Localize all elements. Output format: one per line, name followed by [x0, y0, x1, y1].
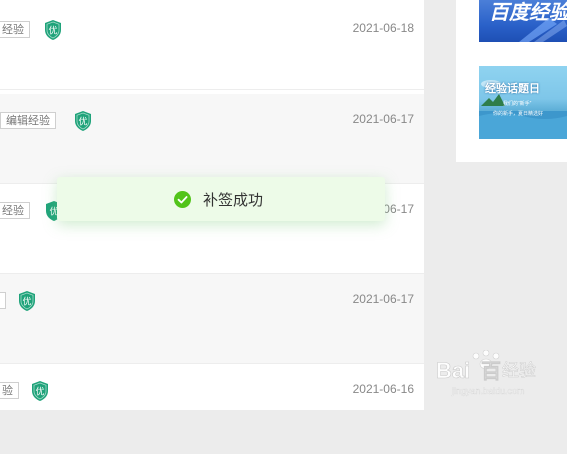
excellent-badge-icon: 优 — [45, 20, 61, 40]
banner-decoration-icon — [519, 18, 567, 42]
edit-experience-tag[interactable]: 编辑经验 — [0, 112, 56, 129]
item-date: 2021-06-18 — [352, 21, 414, 35]
banner-title: 经验话题日 — [485, 83, 540, 95]
svg-text:优: 优 — [22, 296, 31, 308]
list-item[interactable]: 经验 优 2021-06-18 — [0, 0, 424, 90]
excellent-badge-icon: 优 — [32, 381, 48, 401]
experience-tag[interactable] — [0, 292, 6, 309]
success-toast: 补签成功 — [57, 177, 385, 221]
svg-text:经验: 经验 — [502, 361, 536, 381]
item-date: 06-17 — [383, 202, 414, 216]
svg-text:Bai: Bai — [436, 358, 470, 383]
svg-text:优: 优 — [78, 116, 87, 128]
experience-tag[interactable]: 经验 — [0, 21, 30, 38]
svg-text:jingyan.baidu.com: jingyan.baidu.com — [451, 386, 525, 396]
item-date: 2021-06-16 — [352, 382, 414, 396]
baidu-jingyan-watermark-logo: Bai 百 经验 jingyan.baidu.com — [436, 350, 536, 396]
excellent-badge-icon: 优 — [75, 111, 91, 131]
svg-text:优: 优 — [35, 386, 44, 398]
toast-message: 补签成功 — [203, 192, 264, 209]
sidebar-banner-image[interactable]: 经验话题日 我们的“新手” 你的新手，夏日精选好 — [479, 66, 567, 139]
check-circle-icon — [174, 191, 191, 208]
list-item[interactable]: 验 优 2021-06-16 — [0, 364, 424, 454]
sidebar-panel: 百度经验 经验话题日 我们的“新手” 你的新手，夏日精选好 — [456, 0, 567, 162]
experience-tag[interactable]: 经验 — [0, 202, 30, 219]
item-date: 2021-06-17 — [352, 292, 414, 306]
banner-subtitle: 你的新手，夏日精选好 — [493, 111, 544, 117]
svg-text:百: 百 — [481, 359, 501, 383]
experience-tag[interactable]: 验 — [0, 382, 19, 399]
sidebar-banner-image[interactable]: 百度经验 — [479, 0, 567, 42]
list-item[interactable]: 编辑经验 优 2021-06-17 — [0, 94, 424, 184]
item-date: 2021-06-17 — [352, 112, 414, 126]
list-item[interactable]: 优 2021-06-17 — [0, 274, 424, 364]
excellent-badge-icon: 优 — [19, 291, 35, 311]
badge-label: 优 — [48, 25, 57, 37]
banner-subtitle: 我们的“新手” — [503, 101, 532, 107]
